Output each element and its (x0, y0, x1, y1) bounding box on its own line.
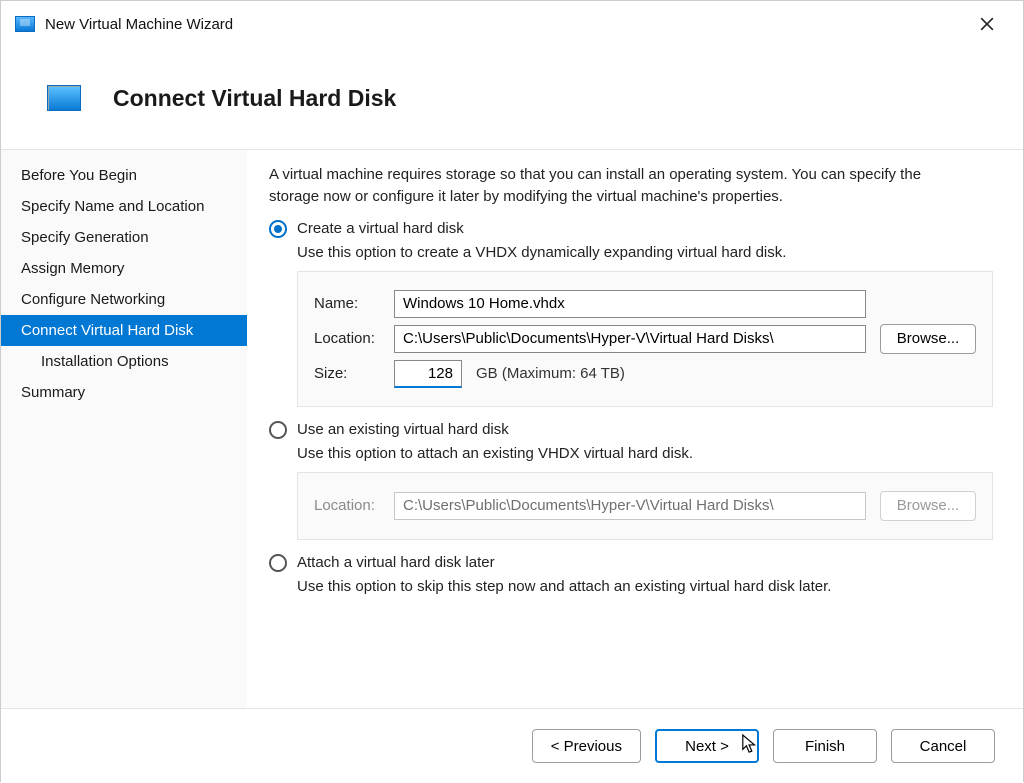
location-label: Location: (314, 330, 380, 347)
radio-existing-icon (269, 421, 287, 439)
wizard-steps-sidebar: Before You BeginSpecify Name and Locatio… (1, 150, 247, 708)
wizard-content: A virtual machine requires storage so th… (247, 150, 1023, 708)
page-title: Connect Virtual Hard Disk (113, 85, 396, 112)
wizard-footer: < Previous Next > Finish Cancel (1, 709, 1023, 783)
radio-later[interactable]: Attach a virtual hard disk later (269, 554, 995, 572)
option-create-block: Create a virtual hard disk Use this opti… (269, 220, 995, 407)
wizard-body: Before You BeginSpecify Name and Locatio… (1, 149, 1023, 709)
sidebar-step[interactable]: Specify Generation (1, 222, 247, 253)
browse-button[interactable]: Browse... (880, 324, 976, 354)
name-input[interactable] (394, 290, 866, 318)
sidebar-step[interactable]: Summary (1, 377, 247, 408)
create-fields: Name: Location: Browse... Size: GB (Maxi… (297, 271, 993, 407)
window-title: New Virtual Machine Wizard (45, 16, 233, 33)
close-icon (980, 17, 994, 31)
radio-create[interactable]: Create a virtual hard disk (269, 220, 995, 238)
finish-button[interactable]: Finish (773, 729, 877, 763)
wizard-header: Connect Virtual Hard Disk (1, 47, 1023, 149)
option-existing-block: Use an existing virtual hard disk Use th… (269, 421, 995, 540)
sidebar-step[interactable]: Connect Virtual Hard Disk (1, 315, 247, 346)
sidebar-step[interactable]: Assign Memory (1, 253, 247, 284)
existing-fields: Location: Browse... (297, 472, 993, 540)
intro-text: A virtual machine requires storage so th… (269, 164, 969, 208)
size-input[interactable] (394, 360, 462, 388)
existing-location-input (394, 492, 866, 520)
option-later-block: Attach a virtual hard disk later Use thi… (269, 554, 995, 595)
existing-browse-button: Browse... (880, 491, 976, 521)
radio-existing[interactable]: Use an existing virtual hard disk (269, 421, 995, 439)
size-suffix: GB (Maximum: 64 TB) (476, 365, 625, 382)
sidebar-step[interactable]: Specify Name and Location (1, 191, 247, 222)
location-input[interactable] (394, 325, 866, 353)
option-later-desc: Use this option to skip this step now an… (297, 578, 995, 595)
radio-later-label: Attach a virtual hard disk later (297, 554, 495, 571)
previous-button[interactable]: < Previous (532, 729, 641, 763)
existing-location-label: Location: (314, 497, 380, 514)
wizard-header-icon (47, 85, 81, 111)
option-create-desc: Use this option to create a VHDX dynamic… (297, 244, 995, 261)
radio-existing-label: Use an existing virtual hard disk (297, 421, 509, 438)
window-close-button[interactable] (965, 9, 1009, 39)
option-existing-desc: Use this option to attach an existing VH… (297, 445, 995, 462)
radio-later-icon (269, 554, 287, 572)
sidebar-step[interactable]: Configure Networking (1, 284, 247, 315)
title-bar: New Virtual Machine Wizard (1, 1, 1023, 47)
size-label: Size: (314, 365, 380, 382)
next-button[interactable]: Next > (655, 729, 759, 763)
radio-create-label: Create a virtual hard disk (297, 220, 464, 237)
cancel-button[interactable]: Cancel (891, 729, 995, 763)
app-icon (15, 16, 35, 32)
name-label: Name: (314, 295, 380, 312)
sidebar-step[interactable]: Installation Options (1, 346, 247, 377)
radio-create-icon (269, 220, 287, 238)
sidebar-step[interactable]: Before You Begin (1, 160, 247, 191)
